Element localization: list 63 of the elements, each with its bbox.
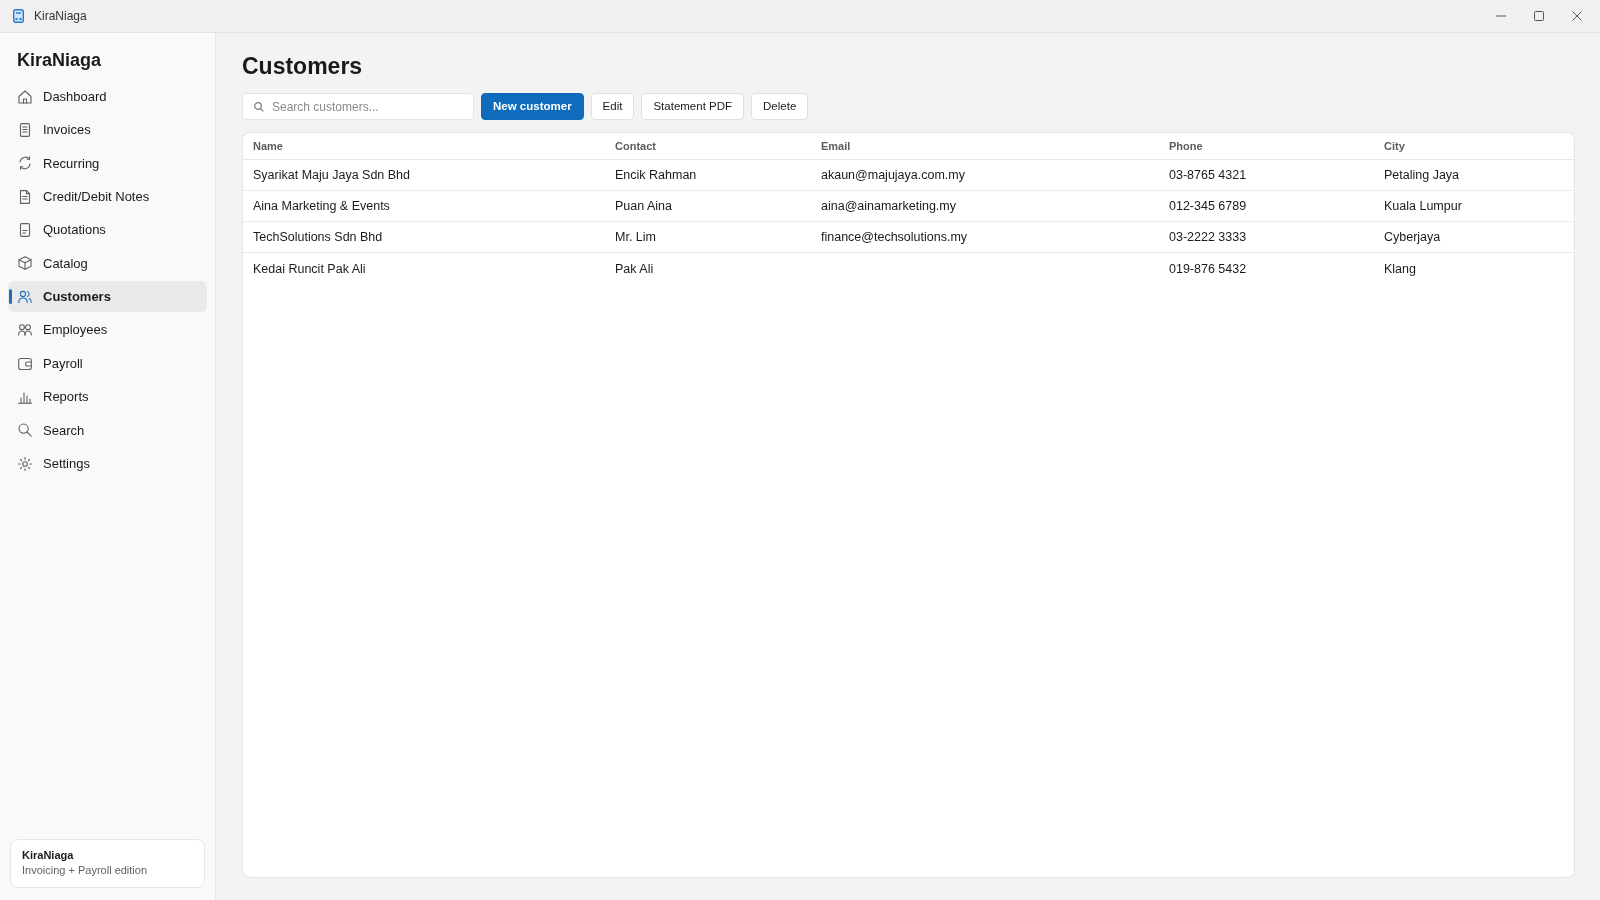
table-cell: 019-876 5432 <box>1169 260 1247 277</box>
home-icon <box>18 89 32 104</box>
people-icon <box>18 323 32 338</box>
refresh-icon <box>18 156 32 171</box>
wallet-icon <box>18 356 32 371</box>
app-name: KiraNiaga <box>17 49 102 72</box>
table-cell: Petaling Jaya <box>1384 167 1460 183</box>
edition-subtitle: Invoicing + Payroll edition <box>22 863 148 878</box>
document-icon <box>18 122 32 137</box>
table-cell: Aina Marketing & Events <box>253 198 390 214</box>
table-cell: finance@techsolutions.my <box>821 229 968 245</box>
bar-chart-icon <box>18 390 32 404</box>
column-header: Email <box>821 139 851 153</box>
column-header: City <box>1384 139 1405 153</box>
table-cell: Syarikat Maju Jaya Sdn Bhd <box>253 167 411 183</box>
table-cell: Mr. Lim <box>615 229 656 245</box>
sidebar-item[interactable]: Employees <box>8 314 207 346</box>
table-cell: 012-345 6789 <box>1169 198 1247 214</box>
document-icon <box>18 189 32 204</box>
search-icon <box>18 423 32 438</box>
search-icon <box>254 102 264 112</box>
table-cell: akaun@majujaya.com.my <box>821 167 965 183</box>
close-icon[interactable] <box>1572 11 1582 21</box>
action-button[interactable]: Edit <box>590 93 635 120</box>
table-cell: aina@ainamarketing.my <box>821 198 956 214</box>
action-button[interactable]: New customer <box>481 93 584 120</box>
action-button[interactable]: Delete <box>751 93 809 120</box>
sidebar-item[interactable]: Recurring <box>8 147 207 179</box>
table-cell: Kuala Lumpur <box>1384 198 1462 214</box>
sidebar-item[interactable]: Dashboard <box>8 81 207 112</box>
app-logo-icon <box>12 9 24 23</box>
sidebar-item[interactable]: Customers <box>8 281 207 313</box>
sidebar-item[interactable]: Search <box>8 414 207 446</box>
window-title: KiraNiaga <box>34 8 87 25</box>
document-icon <box>18 223 32 238</box>
maximize-icon[interactable] <box>1534 11 1544 21</box>
table-cell: TechSolutions Sdn Bhd <box>253 229 383 245</box>
sidebar-item[interactable]: Reports <box>8 381 207 413</box>
sidebar-item[interactable]: Settings <box>8 448 207 480</box>
edition-title: KiraNiaga <box>22 848 74 863</box>
page-title: Customers <box>242 52 363 80</box>
people-icon <box>18 289 32 304</box>
sidebar-item[interactable]: Quotations <box>8 214 207 246</box>
table-cell: Encik Rahman <box>615 167 697 183</box>
sidebar-item[interactable]: Payroll <box>8 348 207 380</box>
cube-icon <box>18 256 32 271</box>
sidebar-item[interactable]: Credit/Debit Notes <box>8 181 207 213</box>
column-header: Phone <box>1169 139 1203 153</box>
table-cell: Klang <box>1384 260 1416 277</box>
table-cell: Pak Ali <box>615 260 654 277</box>
sidebar-item[interactable]: Invoices <box>8 114 207 146</box>
sidebar-item[interactable]: Catalog <box>8 247 207 279</box>
table-cell: Kedai Runcit Pak Ali <box>253 260 366 277</box>
column-header: Name <box>253 139 283 153</box>
table-cell: 03-2222 3333 <box>1169 229 1247 245</box>
table-cell: Puan Aina <box>615 198 672 214</box>
action-button[interactable]: Statement PDF <box>641 93 745 120</box>
search-field[interactable]: Search customers... <box>242 93 474 120</box>
settings-icon <box>18 456 32 471</box>
selection-bar-icon <box>9 289 12 305</box>
table-cell: 03-8765 4321 <box>1169 167 1247 183</box>
column-header: Contact <box>615 139 656 153</box>
table-cell: Cyberjaya <box>1384 229 1441 245</box>
